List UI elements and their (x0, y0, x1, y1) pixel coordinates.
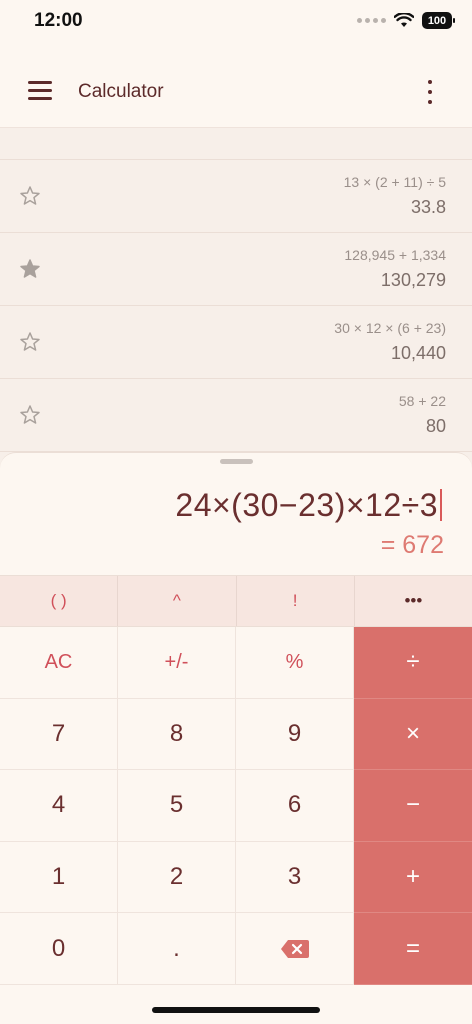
signal-dots-icon (357, 18, 386, 23)
more-options-icon[interactable] (420, 80, 440, 104)
status-bar: 12:00 100 (0, 0, 472, 44)
history-row[interactable]: 30 × 12 × (6 + 23) 10,440 (0, 306, 472, 379)
sci-key[interactable]: ( ) (0, 576, 119, 626)
key-button[interactable]: 1 (0, 841, 118, 914)
status-icons: 100 (357, 12, 455, 29)
key-button[interactable]: 0 (0, 913, 118, 985)
key-button[interactable]: − (354, 770, 472, 842)
key-button[interactable]: ÷ (354, 627, 472, 699)
history-row[interactable]: 128,945 + 1,334 130,279 (0, 233, 472, 306)
sci-key[interactable]: ^ (118, 576, 237, 626)
history-expression: 128,945 + 1,334 (344, 247, 446, 263)
expression-input[interactable]: 24×(30−23)×12÷3 (175, 487, 442, 524)
key-button[interactable]: % (236, 627, 354, 699)
key-button[interactable]: 5 (118, 770, 236, 842)
key-button[interactable]: 8 (118, 698, 236, 771)
key-button[interactable]: 3 (236, 841, 354, 914)
scientific-row: ( ) ^! ••• (0, 575, 472, 627)
key-button[interactable]: 4 (0, 770, 118, 842)
calculator-sheet: 24×(30−23)×12÷3 = 672 ( ) ^! ••• AC +/-% ÷ 7 8… (0, 452, 472, 1024)
calculator-display: 24×(30−23)×12÷3 = 672 (0, 465, 472, 575)
history-row[interactable]: 58 + 22 80 (0, 379, 472, 452)
key-button[interactable]: 7 (0, 698, 118, 771)
key-button[interactable]: . (118, 913, 236, 985)
history-row[interactable]: 13 × (2 + 11) ÷ 5 33.8 (0, 160, 472, 233)
history-result: 33.8 (410, 197, 446, 217)
key-button[interactable]: 2 (118, 841, 236, 914)
sheet-drag-handle[interactable] (220, 459, 253, 464)
star-filled-icon[interactable] (18, 257, 42, 281)
key-button[interactable]: +/- (118, 627, 236, 699)
backspace-button[interactable] (236, 913, 354, 985)
home-indicator[interactable] (152, 1007, 320, 1013)
history-result: 10,440 (390, 343, 446, 363)
key-button[interactable]: = (354, 913, 472, 985)
key-button[interactable]: 6 (236, 770, 354, 842)
battery-icon: 100 (422, 12, 455, 29)
star-outline-icon[interactable] (18, 184, 42, 208)
result-preview: = 672 (380, 531, 444, 559)
history-list[interactable]: 13 × (2 + 11) ÷ 5 33.8 128,945 + 1,334 130,… (0, 128, 472, 458)
keypad: AC +/-% ÷ 7 8 9 × 4 5 6− 1 2 3 +0. = (0, 627, 472, 985)
sci-key[interactable]: ••• (355, 576, 472, 626)
app-title: Calculator (78, 81, 164, 102)
star-outline-icon[interactable] (18, 403, 42, 427)
sci-key[interactable]: ! (237, 576, 355, 626)
app-bar: Calculator (0, 44, 472, 128)
history-expression: 13 × (2 + 11) ÷ 5 (343, 174, 446, 190)
key-button[interactable]: + (354, 841, 472, 914)
history-spacer (0, 128, 472, 160)
history-result: 130,279 (380, 270, 446, 290)
wifi-icon (394, 13, 414, 27)
history-result: 80 (425, 416, 446, 436)
history-expression: 58 + 22 (398, 393, 446, 409)
history-expression: 30 × 12 × (6 + 23) (334, 320, 446, 336)
menu-icon[interactable] (28, 81, 52, 101)
expression-text: 24×(30−23)×12÷3 (175, 487, 438, 523)
text-caret (440, 489, 442, 521)
key-button[interactable]: AC (0, 627, 118, 699)
status-time: 12:00 (34, 10, 83, 31)
star-outline-icon[interactable] (18, 330, 42, 354)
backspace-icon (280, 939, 309, 958)
calculator-screen: 12:00 100 Calculator 13 × (2 + 11) ÷ 5 33… (0, 0, 472, 1024)
key-button[interactable]: × (354, 698, 472, 771)
key-button[interactable]: 9 (236, 698, 354, 771)
